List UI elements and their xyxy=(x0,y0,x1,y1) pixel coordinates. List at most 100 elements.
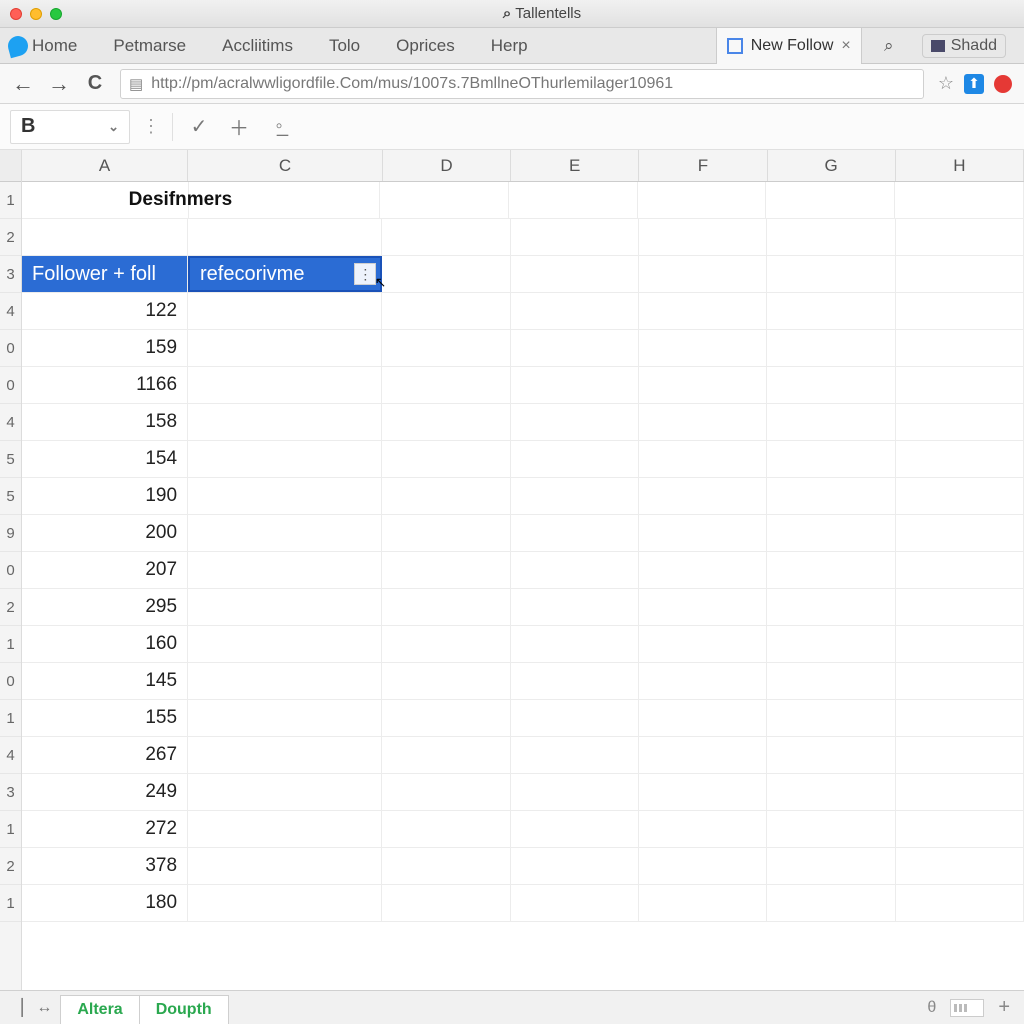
cell[interactable] xyxy=(511,663,639,699)
cell[interactable] xyxy=(895,182,1024,218)
cell[interactable] xyxy=(639,885,767,921)
cell[interactable] xyxy=(896,441,1024,477)
cell[interactable] xyxy=(188,885,382,921)
cell[interactable] xyxy=(896,293,1024,329)
row-header[interactable]: 2 xyxy=(0,589,21,626)
cell[interactable] xyxy=(767,219,895,255)
cell[interactable] xyxy=(639,737,767,773)
data-cell[interactable]: 272 xyxy=(22,811,188,847)
cell[interactable] xyxy=(382,663,510,699)
sheet-tab-altera[interactable]: Altera xyxy=(60,995,139,1024)
cell[interactable] xyxy=(639,441,767,477)
cell[interactable] xyxy=(188,663,382,699)
cell[interactable] xyxy=(511,626,639,662)
cell[interactable] xyxy=(511,330,639,366)
header-cell-follower[interactable]: Follower + foll xyxy=(22,256,188,292)
cell[interactable] xyxy=(382,885,510,921)
cell[interactable] xyxy=(767,885,895,921)
cell[interactable] xyxy=(766,182,895,218)
cell[interactable] xyxy=(639,293,767,329)
maximize-window-button[interactable] xyxy=(50,8,62,20)
col-header-h[interactable]: H xyxy=(896,150,1024,181)
cell[interactable] xyxy=(896,478,1024,514)
cell[interactable] xyxy=(639,811,767,847)
cell[interactable] xyxy=(382,589,510,625)
cell[interactable] xyxy=(896,626,1024,662)
col-header-g[interactable]: G xyxy=(768,150,896,181)
cell[interactable] xyxy=(767,737,895,773)
cell[interactable] xyxy=(511,885,639,921)
cell[interactable] xyxy=(767,589,895,625)
data-cell[interactable]: 180 xyxy=(22,885,188,921)
row-header[interactable]: 3 xyxy=(0,256,21,293)
zoom-indicator[interactable] xyxy=(950,999,984,1017)
data-cell[interactable]: 1166 xyxy=(22,367,188,403)
more-options-icon[interactable]: ⋮ xyxy=(142,116,160,137)
cell[interactable] xyxy=(188,330,382,366)
cell[interactable] xyxy=(188,737,382,773)
bookmark-accliitims[interactable]: Accliitims xyxy=(204,28,311,63)
cell[interactable] xyxy=(896,589,1024,625)
row-header[interactable]: 1 xyxy=(0,700,21,737)
cell[interactable] xyxy=(896,848,1024,884)
row-header[interactable]: 3 xyxy=(0,774,21,811)
back-button[interactable]: ← xyxy=(12,71,34,97)
cell[interactable] xyxy=(188,219,382,255)
cell[interactable] xyxy=(767,700,895,736)
data-cell[interactable]: 207 xyxy=(22,552,188,588)
cell[interactable] xyxy=(896,885,1024,921)
cell[interactable] xyxy=(382,256,510,292)
cell[interactable] xyxy=(188,811,382,847)
cell[interactable] xyxy=(639,330,767,366)
col-header-d[interactable]: D xyxy=(383,150,511,181)
cell[interactable] xyxy=(639,219,767,255)
cell[interactable] xyxy=(511,367,639,403)
cell[interactable] xyxy=(896,774,1024,810)
cell[interactable] xyxy=(511,552,639,588)
cell[interactable] xyxy=(511,737,639,773)
data-cell[interactable]: 145 xyxy=(22,663,188,699)
cell[interactable] xyxy=(188,552,382,588)
row-header[interactable]: 0 xyxy=(0,663,21,700)
overflow-tab[interactable]: Shadd xyxy=(922,34,1006,58)
cell[interactable] xyxy=(639,663,767,699)
row-header[interactable]: 2 xyxy=(0,219,21,256)
cell[interactable] xyxy=(639,848,767,884)
cell[interactable] xyxy=(511,589,639,625)
data-cell[interactable]: 155 xyxy=(22,700,188,736)
row-header[interactable]: 5 xyxy=(0,441,21,478)
cell[interactable] xyxy=(896,256,1024,292)
cell[interactable] xyxy=(511,774,639,810)
title-cell[interactable]: Desifnmers xyxy=(129,182,380,218)
data-cell[interactable]: 154 xyxy=(22,441,188,477)
cell[interactable] xyxy=(382,330,510,366)
row-header[interactable]: 5 xyxy=(0,478,21,515)
cell[interactable] xyxy=(639,478,767,514)
cell[interactable] xyxy=(509,182,638,218)
cell[interactable] xyxy=(188,589,382,625)
sheet-prev-icon[interactable]: ↔︎ xyxy=(36,999,52,1017)
cell[interactable] xyxy=(382,700,510,736)
cell[interactable] xyxy=(896,663,1024,699)
header-cell-refecorivme[interactable]: refecorivme⋮↖ xyxy=(188,256,382,292)
cell[interactable] xyxy=(767,774,895,810)
cell[interactable] xyxy=(639,515,767,551)
cell[interactable] xyxy=(639,256,767,292)
row-header[interactable]: 0 xyxy=(0,330,21,367)
data-cell[interactable]: 295 xyxy=(22,589,188,625)
cell[interactable] xyxy=(896,552,1024,588)
cell[interactable] xyxy=(639,700,767,736)
address-input[interactable] xyxy=(151,75,915,93)
row-header[interactable]: 1 xyxy=(0,885,21,922)
cell[interactable] xyxy=(511,848,639,884)
font-style-select[interactable]: B ⌄ xyxy=(10,110,130,144)
bookmark-star-icon[interactable]: ☆ xyxy=(938,73,954,94)
grid[interactable]: A C D E F G H DesifnmersFollower + follr… xyxy=(22,150,1024,990)
cell[interactable] xyxy=(511,811,639,847)
cell[interactable] xyxy=(188,367,382,403)
cell[interactable] xyxy=(639,404,767,440)
cell[interactable] xyxy=(380,182,509,218)
cell[interactable] xyxy=(639,626,767,662)
cell[interactable] xyxy=(638,182,767,218)
person-icon[interactable]: ◦̲ xyxy=(265,115,293,138)
